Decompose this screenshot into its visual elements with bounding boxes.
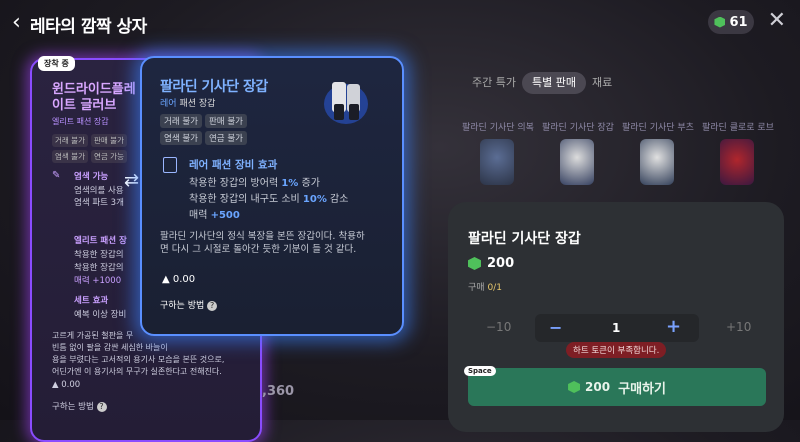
price-value: 200 [487,256,515,271]
grade-type: 패션 장갑 [179,99,216,109]
shop-item[interactable]: 팔라딘 기사단 부츠 [622,120,694,200]
buy-price: 200 [568,380,610,394]
boots-image [640,139,674,185]
purchase-limit-value: 0/1 [487,283,502,293]
purchase-limit-label: 구매 [468,283,485,293]
currency-amount: 61 [729,14,748,30]
buy-label: 구매하기 [618,381,666,397]
dye-title: 염색 가능 [74,172,109,182]
gem-icon [468,257,481,270]
robe-image [720,139,754,185]
tag: 염색 불가 [52,150,88,163]
desc-line: 어딘가엔 이 용기사의 무구가 실존한다고 전해진다. [52,367,222,376]
plus-button[interactable]: + [666,316,681,337]
equipped-badge: 장착 중 [38,56,75,71]
tooltip-effect-line: 착용한 장갑의 내구도 소비 10% 감소 [189,190,348,205]
shop-item-name: 팔라딘 기사단 의복 [462,123,534,133]
dye-line: 염색의를 사용 [74,186,124,196]
tab-special[interactable]: 특별 판매 [522,72,586,94]
effect-text: 착용한 장갑의 방어력 [189,178,282,189]
equipped-item-grade: 엘리트 패션 장갑 [52,117,109,126]
tag: 연금 가능 [90,150,127,163]
gem-icon [714,16,726,28]
currency-badge: 61 [708,10,754,34]
equipped-howto[interactable]: 구하는 방법 ? [52,400,107,412]
gloves-icon [324,82,368,124]
equipped-weight: ▲ 0.00 [52,380,81,390]
equipped-item-name: 윈드라이드플레이트 글러브 [52,82,136,113]
shop-item-name: 팔라딘 기사단 부츠 [622,123,694,133]
minus10-button[interactable]: −10 [486,320,511,334]
desc-line: 용을 부렸다는 고서적의 용기사 모습을 본뜬 것으로, [52,355,225,364]
tooltip-effect-line: 매력 +500 [189,206,240,221]
tag: 판매 불가 [90,134,127,147]
gloves-image [560,139,594,185]
effect-text: 증가 [298,178,320,189]
tab-materials[interactable]: 재료 [582,72,622,94]
help-icon: ? [96,402,107,412]
tag: 거래 불가 [52,134,88,147]
purchase-price: 200 [468,256,514,271]
weight-value: 0.00 [172,274,196,285]
brush-icon: ✎ [52,170,61,181]
purchase-limit: 구매 0/1 [468,280,502,293]
tooltip-item-grade: 레어 패션 장갑 [160,96,215,109]
fashion-effect-icon [163,157,177,173]
quantity-value: 1 [612,321,621,335]
tooltip-tags: 거래 불가 판매 불가 염색 불가 연금 불가 [160,114,290,145]
help-icon: ? [207,301,218,311]
shop-item-name: 팔라딘 기사단 장갑 [542,123,614,133]
shop-item[interactable]: 팔라딘 기사단 의복 [462,120,534,200]
grade-rarity: 레어 [160,99,177,109]
effect-value: 10% [302,194,327,205]
howto-label: 구하는 방법 [160,301,205,311]
close-icon[interactable]: ✕ [768,8,786,33]
insufficient-warning: 하트 토큰이 부족합니다. [566,342,667,358]
effect-value: 1% [281,178,299,189]
dye-line: 염색 파트 3개 [74,198,124,208]
desc-line: 고르게 가공된 철판을 무 [52,331,134,340]
page-title: 레타의 깜짝 상자 [30,17,147,37]
tag: 판매 불가 [204,114,247,128]
shop-item[interactable]: 팔라딘 기사단 장갑 [542,120,614,200]
buy-button[interactable]: 200 구매하기 [468,368,766,406]
equipped-tags: 거래 불가 판매 불가 염색 불가 연금 가능 [52,134,138,163]
tooltip-item-name: 팔라딘 기사단 장갑 [160,79,268,95]
weight-value: 0.00 [61,380,81,390]
swap-icon: ⇄ [124,170,140,191]
effect-text: 매력 [189,210,211,221]
purchase-item-name: 팔라딘 기사단 장갑 [468,231,581,247]
tooltip-howto[interactable]: 구하는 방법 ? [160,298,218,311]
shop-item[interactable]: 팔라딘 클로로 로브 [702,120,774,200]
background-number: ,360 [262,384,295,399]
armor-image [480,139,514,185]
tooltip-weight: ▲ 0.00 [162,274,196,285]
plus10-button[interactable]: +10 [726,320,751,334]
effect-line: 착용한 장갑의 [74,250,124,260]
effect-text: 착용한 장갑의 내구도 소비 [189,194,303,205]
tooltip-description: 팔라딘 기사단의 정식 복장을 본뜬 장갑이다. 착용하면 다시 그 시절로 돌… [160,231,365,255]
tag: 연금 불가 [204,131,247,145]
tooltip-effect-title: 레어 패션 장비 효과 [189,159,278,171]
effect-value: +500 [210,210,240,221]
tag: 거래 불가 [160,114,202,128]
effect-text: 감소 [326,194,349,205]
effect-line: 매력 +1000 [74,276,122,286]
buy-price-value: 200 [585,380,611,394]
tag: 염색 불가 [160,131,202,145]
desc-line: 빈틈 없이 팔을 감싼 세심한 바늘이 [52,343,168,352]
tooltip-effect-line: 착용한 장갑의 방어력 1% 증가 [189,174,320,189]
effect-title: 엘리트 패션 장 [74,236,127,246]
minus-button[interactable]: − [549,318,562,337]
shop-item-name: 팔라딘 클로로 로브 [702,123,774,133]
tab-weekly[interactable]: 주간 특가 [462,72,526,94]
effect-line: 착용한 장갑의 [74,263,124,273]
space-key-hint: Space [464,366,496,376]
gem-icon [568,381,581,393]
howto-label: 구하는 방법 [52,402,94,412]
set-line: 예복 이상 장비 [74,310,127,320]
set-title: 세트 효과 [74,296,109,306]
